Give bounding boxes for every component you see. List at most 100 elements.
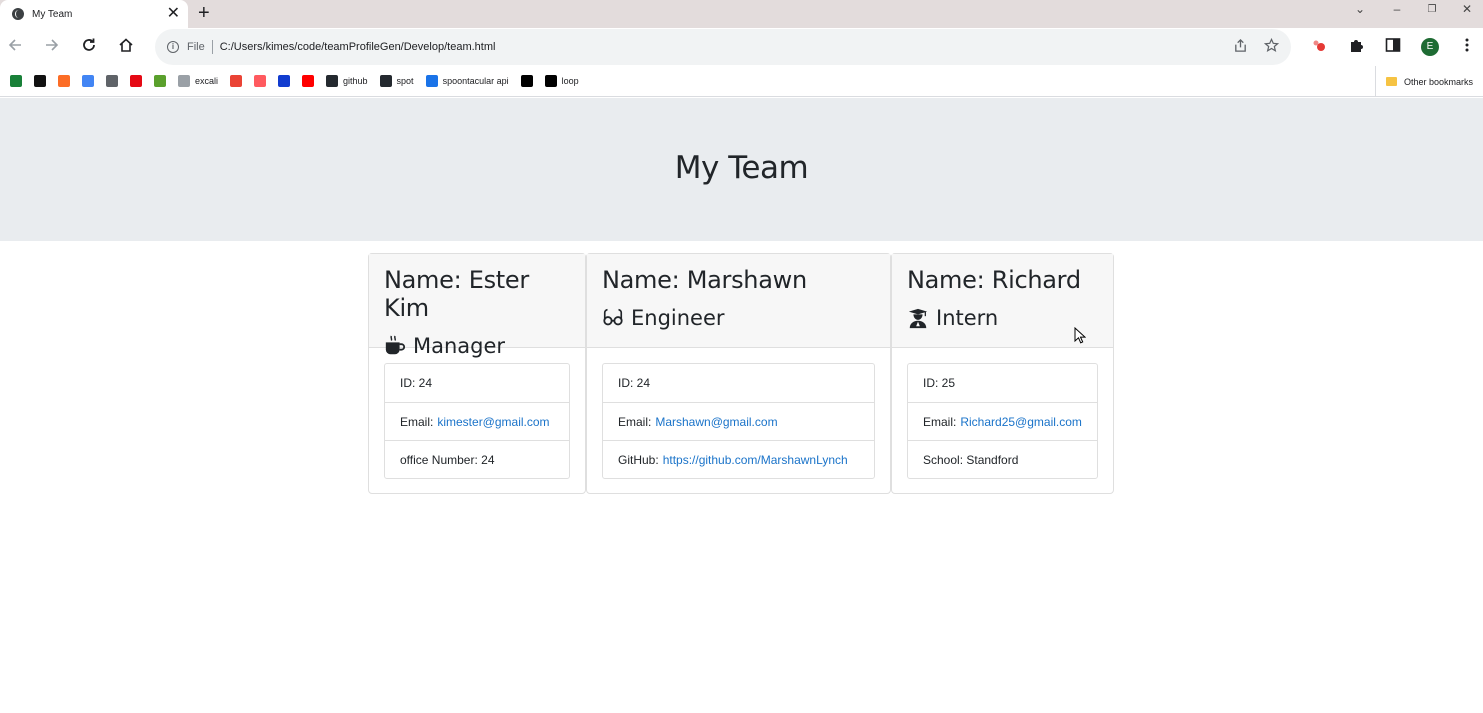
school-text: School: Standford	[923, 452, 1019, 467]
id-text: ID: 24	[400, 376, 433, 390]
bookmark-item[interactable]	[10, 75, 22, 87]
loop-icon	[544, 75, 557, 87]
bookmark-item[interactable]	[58, 75, 70, 87]
airbnb-icon	[254, 75, 267, 87]
home-button[interactable]	[116, 37, 136, 57]
list-item-school: School: Standford	[908, 440, 1097, 478]
list-item-github: GitHub: https://github.com/MarshawnLynch	[603, 440, 874, 478]
bookmark-item[interactable]: spoontacular api	[425, 75, 509, 87]
list-item-id: ID: 24	[385, 364, 569, 402]
bookmark-item[interactable]	[254, 75, 267, 87]
employee-name: Name: Richard	[907, 266, 1081, 294]
address-bar[interactable]: i File C:/Users/kimes/code/teamProfileGe…	[155, 29, 1291, 65]
github-label: GitHub:	[618, 452, 659, 467]
card-header: Name: Marshawn Engineer	[587, 254, 890, 348]
card-header: Name: Ester Kim Manager	[369, 254, 585, 358]
tab-search-button[interactable]: ⌄	[1345, 0, 1375, 18]
team-card-intern: Name: Richard Intern ID: 25 Email: Richar…	[891, 253, 1114, 494]
bookmark-item[interactable]	[230, 75, 243, 87]
graduate-icon	[908, 308, 928, 329]
team-card-engineer: Name: Marshawn Engineer ID: 24 Email: Mar…	[586, 253, 891, 494]
employee-role: Intern	[907, 304, 1098, 332]
bookmark-item[interactable]	[520, 75, 533, 87]
bookmark-item[interactable]: excali	[178, 75, 218, 87]
back-button[interactable]	[5, 37, 25, 57]
bookmark-item[interactable]	[154, 75, 166, 87]
green-app-icon	[154, 75, 166, 87]
email-label: Email:	[400, 414, 434, 429]
coffee-mug-icon	[385, 335, 406, 355]
tab-close-button[interactable]: ✕	[167, 6, 180, 22]
email-label: Email:	[618, 414, 652, 429]
employee-details: ID: 25 Email: Richard25@gmail.com School:…	[907, 363, 1098, 479]
bookmark-star-icon[interactable]	[1264, 38, 1279, 53]
reload-icon	[83, 38, 95, 51]
profile-avatar[interactable]: E	[1421, 38, 1439, 56]
restore-button[interactable]: ❐	[1417, 0, 1447, 18]
bookmark-label: spot	[396, 76, 414, 86]
list-item-email: Email: Marshawn@gmail.com	[603, 402, 874, 440]
list-item-email: Email: Richard25@gmail.com	[908, 402, 1097, 440]
bookmark-label: spoontacular api	[442, 76, 509, 86]
bookmark-label: github	[343, 76, 368, 86]
extension-red-icon[interactable]	[1310, 37, 1328, 55]
github-icon	[326, 75, 339, 87]
netflix-icon	[130, 75, 142, 87]
calendar-icon	[82, 75, 94, 87]
gmail-icon	[230, 75, 243, 87]
forward-arrow-icon	[46, 39, 59, 51]
tab-my-team[interactable]: My Team ✕	[0, 0, 188, 28]
docs-icon	[106, 75, 118, 87]
minimize-button[interactable]: –	[1382, 0, 1412, 18]
role-label: Engineer	[631, 306, 725, 330]
glasses-icon	[603, 308, 623, 326]
github-link[interactable]: https://github.com/MarshawnLynch	[663, 453, 848, 467]
info-icon[interactable]: i	[167, 41, 179, 53]
email-link[interactable]: kimester@gmail.com	[437, 415, 549, 429]
bookmarks-bar: excali github spot spoontacular api loop Oth…	[0, 66, 1483, 97]
forward-button[interactable]	[42, 37, 62, 57]
mouse-cursor-icon	[1074, 327, 1086, 344]
employee-name: Name: Ester Kim	[384, 266, 529, 322]
browser-toolbar: i File C:/Users/kimes/code/teamProfileGe…	[0, 28, 1483, 66]
side-panel-icon[interactable]	[1384, 37, 1402, 55]
email-link[interactable]: Marshawn@gmail.com	[655, 415, 777, 429]
bookmark-item[interactable]	[302, 75, 315, 87]
list-item-email: Email: kimester@gmail.com	[385, 402, 569, 440]
bookmark-item[interactable]: spot	[379, 75, 414, 87]
folder-icon	[1385, 77, 1397, 86]
page-title: My Team	[674, 149, 809, 186]
id-text: ID: 24	[618, 376, 651, 390]
other-bookmarks[interactable]: Other bookmarks	[1374, 66, 1473, 97]
bookmark-label: loop	[561, 76, 579, 86]
list-item-id: ID: 24	[603, 364, 874, 402]
home-icon	[119, 38, 133, 52]
office-number-text: office Number: 24	[400, 452, 495, 467]
extensions-puzzle-icon[interactable]	[1347, 37, 1365, 55]
close-window-button[interactable]: ✕	[1452, 0, 1482, 18]
employee-details: ID: 24 Email: Marshawn@gmail.com GitHub: h…	[602, 363, 875, 479]
dev-icon	[520, 75, 533, 87]
share-icon[interactable]	[1233, 38, 1248, 53]
back-arrow-icon	[8, 39, 21, 51]
scheme-label: File	[187, 40, 213, 54]
bookmark-item[interactable]	[278, 75, 291, 87]
bookmark-item[interactable]: github	[326, 75, 368, 87]
list-item-id: ID: 25	[908, 364, 1097, 402]
globe-icon	[12, 8, 24, 20]
disney-icon	[278, 75, 291, 87]
team-card-manager: Name: Ester Kim Manager ID: 24 Email: kim…	[368, 253, 586, 494]
email-link[interactable]: Richard25@gmail.com	[960, 415, 1082, 429]
employee-name: Name: Marshawn	[602, 266, 807, 294]
employee-details: ID: 24 Email: kimester@gmail.com office N…	[384, 363, 570, 479]
bookmark-item[interactable]	[130, 75, 142, 87]
bookmark-item[interactable]	[34, 75, 46, 87]
email-label: Email:	[923, 414, 957, 429]
new-tab-button[interactable]: +	[198, 3, 210, 23]
url-text[interactable]: C:/Users/kimes/code/teamProfileGen/Devel…	[220, 41, 496, 53]
bookmark-item[interactable]: loop	[544, 75, 579, 87]
bookmark-item[interactable]	[106, 75, 118, 87]
reload-button[interactable]	[79, 37, 99, 57]
menu-dots-icon[interactable]	[1458, 37, 1476, 55]
bookmark-item[interactable]	[82, 75, 94, 87]
